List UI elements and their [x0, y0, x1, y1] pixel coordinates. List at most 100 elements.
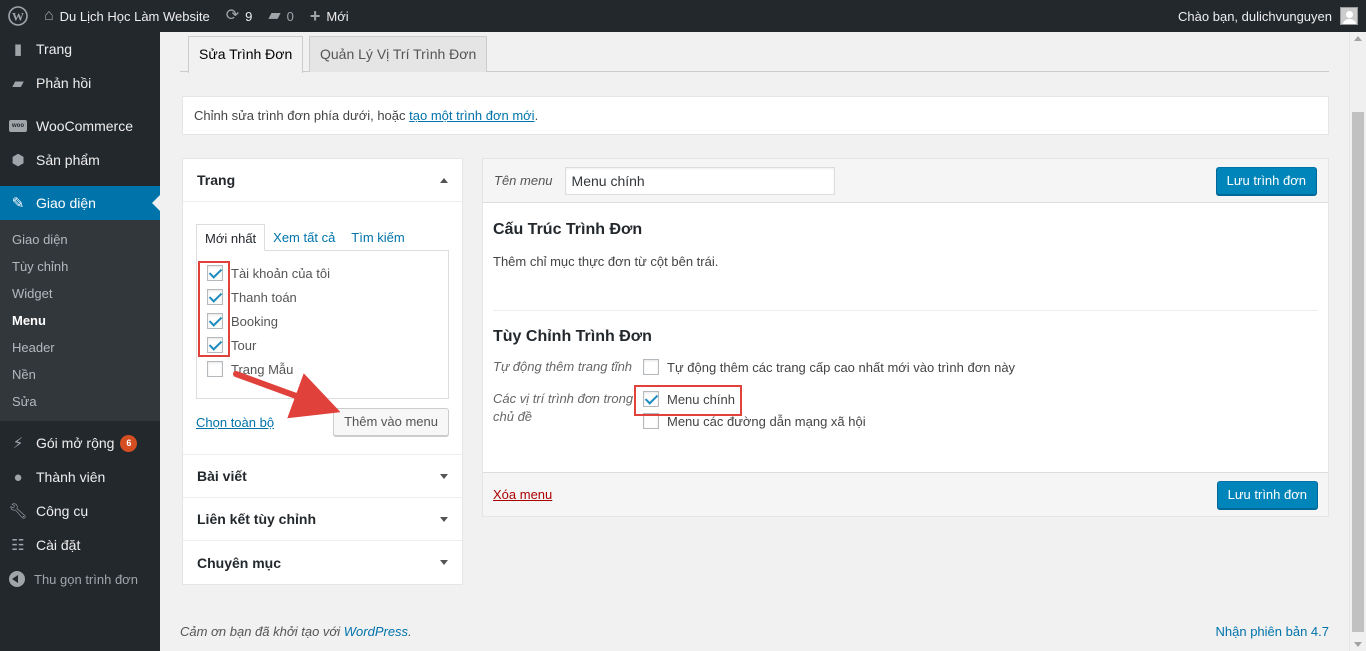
sidebar-item-label: Thành viên — [36, 469, 106, 485]
tab-most-recent[interactable]: Mới nhất — [196, 224, 266, 251]
submenu-background[interactable]: Nền — [0, 361, 160, 388]
structure-text: Thêm chỉ mục thực đơn từ cột bên trái. — [493, 254, 719, 269]
sidebar-item-pages[interactable]: ▮ Trang — [0, 32, 160, 66]
list-item[interactable]: Booking — [207, 309, 438, 333]
accordion-custom-links-title: Liên kết tùy chỉnh — [197, 511, 317, 527]
annotation-highlight-checkboxes — [198, 261, 230, 357]
sidebar-item-users[interactable]: ● Thành viên — [0, 460, 160, 494]
sidebar-item-tools[interactable]: 🔧︎ Công cụ — [0, 494, 160, 528]
page-scrollbar[interactable] — [1349, 32, 1366, 651]
structure-title: Cấu Trúc Trình Đơn — [493, 221, 643, 238]
page-checkbox[interactable] — [207, 361, 223, 377]
updates-icon: ⟳ — [225, 7, 240, 24]
create-new-menu-link[interactable]: tạo một trình đơn mới — [409, 108, 534, 123]
auto-add-checkbox[interactable] — [643, 359, 659, 375]
site-name: Du Lịch Học Làm Website — [59, 8, 210, 24]
comments-link[interactable]: ▰ 0 — [260, 0, 302, 32]
sidebar-item-label: Phản hồi — [36, 75, 92, 91]
sidebar-item-settings[interactable]: ☷ Cài đặt — [0, 528, 160, 562]
submenu-widgets[interactable]: Widget — [0, 280, 160, 307]
accordion-pages-title: Trang — [197, 172, 236, 188]
tab-search[interactable]: Tìm kiếm — [343, 224, 412, 251]
page-icon: ▮ — [13, 41, 23, 58]
new-label: Mới — [326, 8, 349, 24]
paintbrush-icon: ✎ — [11, 195, 25, 212]
save-menu-button[interactable]: Lưu trình đơn — [1215, 166, 1317, 195]
sidebar-item-label: Sản phẩm — [36, 152, 100, 168]
site-name-link[interactable]: ⌂ Du Lịch Học Làm Website — [36, 0, 218, 32]
menu-footer: Xóa menu Lưu trình đơn — [483, 472, 1328, 516]
menu-header: Tên menu Menu chính Lưu trình đơn — [483, 159, 1328, 203]
notice-end: . — [534, 108, 539, 123]
wordpress-link[interactable]: WordPress — [344, 624, 408, 639]
save-menu-button-bottom[interactable]: Lưu trình đơn — [1216, 480, 1318, 509]
submenu-customize[interactable]: Tùy chỉnh — [0, 253, 160, 280]
updates-link[interactable]: ⟳ 9 — [218, 0, 261, 32]
sidebar-item-label: WooCommerce — [36, 118, 133, 134]
wordpress-logo-icon[interactable]: W — [0, 0, 36, 32]
admin-sidebar: ▮ Trang ▰ Phản hồi woo WooCommerce ⬢ Sản… — [0, 32, 160, 651]
accordion-posts-header[interactable]: Bài viết — [183, 455, 462, 498]
tab-view-all[interactable]: Xem tất cả — [265, 224, 343, 251]
tab-edit-menus[interactable]: Sửa Trình Đơn — [188, 36, 304, 73]
user-icon: ● — [13, 468, 23, 486]
locations-row: Các vị trí trình đơn trong chủ đề Menu c… — [493, 390, 1318, 430]
tab-manage-locations[interactable]: Quản Lý Vị Trí Trình Đơn — [309, 36, 488, 72]
sidebar-item-appearance[interactable]: ✎ Giao diện — [0, 186, 160, 220]
submenu-editor[interactable]: Sửa — [0, 388, 160, 415]
accordion-posts-title: Bài viết — [197, 468, 247, 484]
page-label: Thanh toán — [231, 289, 297, 305]
add-to-menu-button[interactable]: Thêm vào menu — [333, 408, 449, 436]
page-label: Tài khoản của tôi — [231, 265, 331, 281]
submenu-header[interactable]: Header — [0, 334, 160, 361]
footer-thanks-text: Cảm ơn bạn đã khởi tạo với — [180, 624, 344, 639]
submenu-themes[interactable]: Giao diện — [0, 226, 160, 253]
footer-version-link[interactable]: Nhận phiên bản 4.7 — [1216, 624, 1329, 639]
list-item[interactable]: Tài khoản của tôi — [207, 261, 438, 285]
scrollbar-thumb[interactable] — [1352, 112, 1364, 632]
sidebar-item-label: Trang — [36, 41, 73, 57]
page-label: Tour — [231, 337, 257, 353]
wrench-icon: 🔧︎ — [8, 503, 28, 520]
expand-arrow-icon — [440, 473, 448, 479]
scroll-down-icon[interactable] — [1354, 642, 1362, 647]
sidebar-item-label: Công cụ — [36, 503, 89, 519]
comments-count: 0 — [286, 8, 294, 24]
accordion-pages-header[interactable]: Trang — [183, 159, 462, 202]
plugin-icon: ⚡ — [12, 435, 24, 452]
settings-title: Tùy Chỉnh Trình Đơn — [493, 328, 652, 345]
collapse-label: Thu gọn trình đơn — [34, 571, 138, 587]
avatar — [1340, 7, 1358, 25]
sidebar-item-woocommerce[interactable]: woo WooCommerce — [0, 109, 160, 143]
annotation-highlight-location — [634, 385, 742, 416]
sidebar-item-plugins[interactable]: ⚡ Gói mở rộng 6 — [0, 426, 160, 460]
plus-icon: + — [309, 6, 321, 26]
account-menu[interactable]: Chào bạn, dulichvunguyen — [1170, 0, 1366, 32]
auto-add-option[interactable]: Tự động thêm các trang cấp cao nhất mới … — [643, 358, 1015, 376]
menu-name-input[interactable]: Menu chính — [564, 166, 835, 195]
list-item[interactable]: Thanh toán — [207, 285, 438, 309]
menu-settings: Tùy Chỉnh Trình Đơn Tự động thêm trang t… — [483, 311, 1328, 430]
list-item[interactable]: Tour — [207, 333, 438, 357]
plugin-update-badge: 6 — [120, 434, 138, 452]
collapse-arrow-icon — [440, 177, 448, 183]
edit-notice: Chỉnh sửa trình đơn phía dưới, hoặc tạo … — [182, 96, 1329, 135]
delete-menu-link[interactable]: Xóa menu — [493, 487, 552, 502]
sidebar-item-comments[interactable]: ▰ Phản hồi — [0, 66, 160, 100]
accordion-custom-links-header[interactable]: Liên kết tùy chỉnh — [183, 498, 462, 541]
submenu-menus[interactable]: Menu — [0, 307, 160, 334]
sidebar-item-products[interactable]: ⬢ Sản phẩm — [0, 143, 160, 177]
scroll-up-icon[interactable] — [1354, 36, 1362, 41]
sidebar-item-label: Giao diện — [36, 195, 96, 211]
admin-bar: W ⌂ Du Lịch Học Làm Website ⟳ 9 ▰ 0 + Mớ… — [0, 0, 1366, 32]
updates-count: 9 — [245, 8, 253, 24]
locations-label: Các vị trí trình đơn trong chủ đề — [493, 391, 634, 424]
auto-add-row: Tự động thêm trang tĩnh Tự động thêm các… — [493, 358, 1318, 376]
product-icon: ⬢ — [11, 152, 25, 169]
sidebar-item-label: Gói mở rộng — [36, 435, 115, 451]
new-content-link[interactable]: + Mới — [302, 0, 357, 32]
accordion-categories-header[interactable]: Chuyên mục — [183, 541, 462, 584]
settings-icon: ☷ — [11, 537, 25, 554]
collapse-menu-button[interactable]: Thu gọn trình đơn — [0, 562, 160, 596]
comment-icon: ▰ — [12, 75, 24, 92]
